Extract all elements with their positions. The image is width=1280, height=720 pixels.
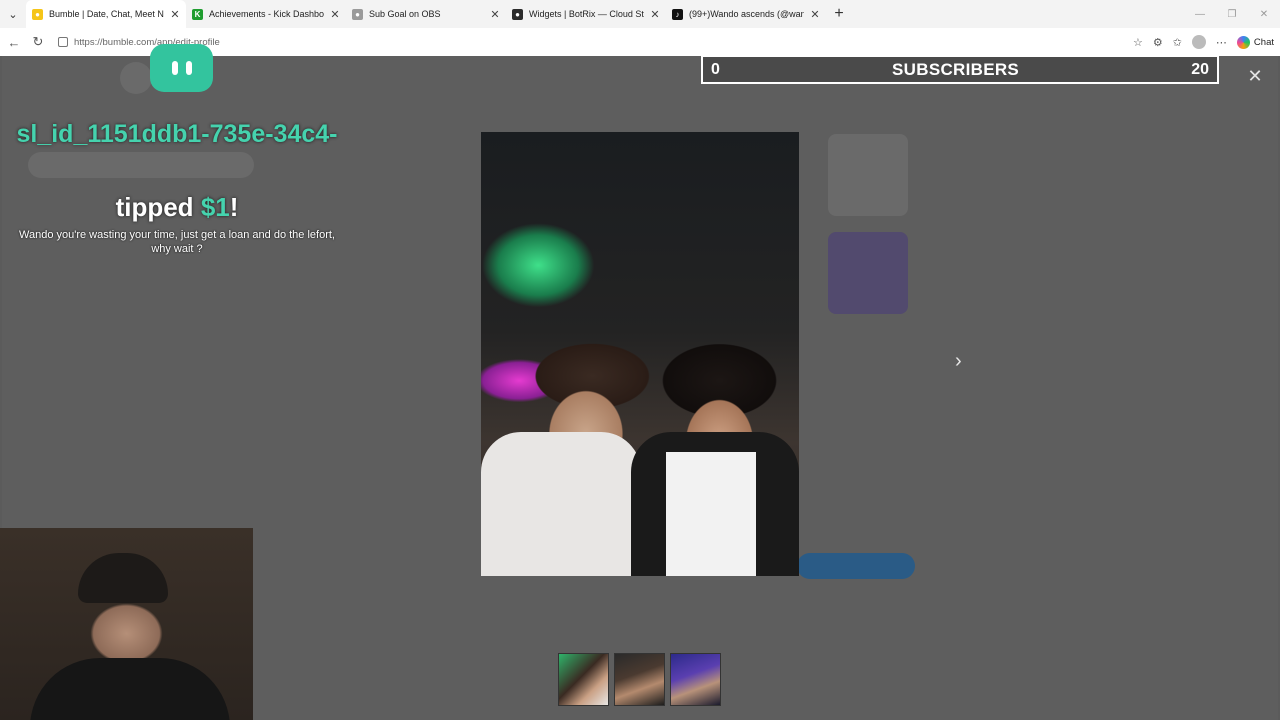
profile-avatar[interactable] (1191, 35, 1206, 49)
tab-title: Sub Goal on OBS (369, 9, 441, 19)
sub-goal-current: 0 (711, 60, 720, 78)
tab-favicon-icon: ● (32, 8, 43, 20)
browser-tab[interactable]: ● Bumble | Date, Chat, Meet New Pe ✕ (26, 0, 186, 28)
more-menu-icon[interactable]: ⋯ (1216, 36, 1227, 49)
sub-goal-label: SUBSCRIBERS (892, 59, 1020, 79)
browser-tab[interactable]: ● Sub Goal on OBS ✕ (346, 0, 506, 28)
browser-tab[interactable]: K Achievements - Kick Dashboard ✕ (186, 0, 346, 28)
photo-detail (481, 432, 641, 576)
extensions-icon[interactable]: ⚙ (1153, 36, 1163, 49)
chat-label: Chat (1253, 36, 1274, 48)
tab-strip: ⌄ ● Bumble | Date, Chat, Meet New Pe ✕ K Ach… (0, 0, 1280, 28)
favorites-icon[interactable]: ✩ (1173, 36, 1182, 49)
tab-close-icon[interactable]: ✕ (490, 8, 500, 21)
photo-thumbnail[interactable] (558, 653, 609, 706)
address-bar[interactable]: https://bumble.com/app/edit-profile (54, 31, 1125, 53)
copilot-chat-button[interactable]: Chat (1236, 35, 1274, 49)
tab-close-icon[interactable]: ✕ (330, 8, 340, 21)
dimmed-photo-slot (828, 232, 908, 314)
tip-alert-headline: tipped $1! (4, 192, 350, 223)
tab-close-icon[interactable]: ✕ (650, 8, 660, 21)
browser-window: ⌄ ● Bumble | Date, Chat, Meet New Pe ✕ K Ach… (0, 0, 1280, 720)
window-controls: — ❐ ✕ (1184, 0, 1280, 28)
copilot-icon (1236, 35, 1250, 49)
favorite-star-icon[interactable]: ☆ (1133, 36, 1143, 49)
webcam-feed (0, 528, 253, 720)
photo-detail (666, 452, 756, 576)
new-tab-button[interactable]: + (826, 0, 852, 28)
window-close-icon[interactable]: ✕ (1248, 0, 1280, 28)
dimmed-menu-item (28, 152, 254, 178)
back-icon[interactable]: ← (6, 34, 22, 50)
tab-title: (99+)Wando ascends (@wandoas (689, 9, 804, 19)
webcam-detail (78, 553, 168, 603)
tip-alert-username: sl_id_1151ddb1-735e-34c4- (16, 120, 338, 148)
minimize-icon[interactable]: — (1184, 0, 1216, 28)
tip-alert-logo (150, 44, 213, 92)
tip-alert-amount: $1 (200, 192, 230, 222)
tab-title: Bumble | Date, Chat, Meet New Pe (49, 9, 164, 19)
tab-list-menu-icon[interactable]: ⌄ (0, 0, 26, 28)
webcam-detail (30, 658, 230, 720)
profile-photo-large (481, 132, 799, 576)
chevron-right-icon[interactable]: › (955, 350, 962, 373)
tab-close-icon[interactable]: ✕ (810, 8, 820, 21)
tab-favicon-icon: ● (352, 8, 363, 20)
tip-alert-exclaim: ! (229, 192, 239, 222)
toolbar-icons: ☆ ⚙ ✩ ⋯ Chat (1133, 35, 1274, 49)
dimmed-avatar (120, 62, 152, 94)
browser-tab[interactable]: ● Widgets | BotRix — Cloud Streami ✕ (506, 0, 666, 28)
browser-tab[interactable]: ♪ (99+)Wando ascends (@wandoas ✕ (666, 0, 826, 28)
tab-favicon-icon: ● (512, 8, 523, 20)
sub-goal-target: 20 (1191, 60, 1209, 78)
tip-alert-tipped-word: tipped (115, 192, 194, 222)
reload-icon[interactable]: ↻ (30, 34, 46, 50)
tab-favicon-icon: K (192, 8, 203, 20)
dimmed-photo-slot (828, 134, 908, 216)
site-info-icon[interactable] (58, 37, 68, 47)
tab-title: Widgets | BotRix — Cloud Streami (529, 9, 644, 19)
tab-close-icon[interactable]: ✕ (170, 8, 180, 21)
photo-thumbnail[interactable] (614, 653, 665, 706)
tip-alert-message: Wando you're wasting your time, just get… (19, 229, 335, 255)
maximize-icon[interactable]: ❐ (1216, 0, 1248, 28)
tab-favicon-icon: ♪ (672, 8, 683, 20)
dimmed-button (797, 553, 915, 579)
tab-title: Achievements - Kick Dashboard (209, 9, 324, 19)
photo-thumbnail[interactable] (670, 653, 721, 706)
close-icon[interactable]: ✕ (1245, 66, 1265, 87)
subscriber-goal-bar: 0 SUBSCRIBERS 20 (701, 55, 1219, 84)
